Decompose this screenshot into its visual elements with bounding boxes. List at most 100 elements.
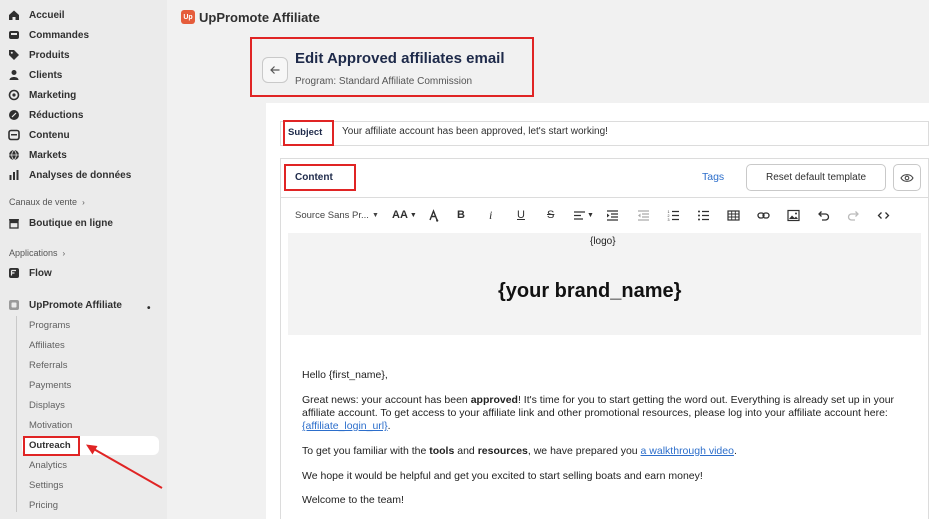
font-size-select[interactable]: AA ▼ — [392, 206, 417, 224]
sidebar-subitem-pricing[interactable]: Pricing — [29, 497, 58, 513]
inbox-icon — [8, 29, 20, 41]
align-left-icon — [574, 210, 585, 220]
sidebar-item-label: Produits — [29, 49, 70, 61]
link-button[interactable] — [757, 206, 770, 224]
preview-button[interactable] — [893, 164, 921, 191]
caret-down-icon: ▼ — [371, 211, 379, 219]
sidebar-item-accueil[interactable]: Accueil — [8, 5, 65, 25]
numbered-list-icon: 123 — [668, 210, 679, 222]
walkthrough-video-link[interactable]: a walkthrough video — [641, 445, 734, 457]
sidebar-item-produits[interactable]: Produits — [8, 45, 70, 65]
eye-icon — [900, 173, 914, 182]
tree-line — [16, 316, 17, 512]
app-title: UpPromote Affiliate — [199, 10, 320, 25]
caret-down-icon: ▼ — [587, 211, 594, 219]
section-applications[interactable]: Applications › — [9, 248, 65, 258]
italic-icon: i — [489, 207, 493, 222]
target-icon — [8, 89, 20, 101]
discount-icon — [8, 109, 20, 121]
flow-icon — [8, 267, 20, 279]
sidebar-item-contenu[interactable]: Contenu — [8, 125, 70, 145]
sidebar-item-label: Accueil — [29, 9, 65, 21]
sidebar-item-label: Clients — [29, 69, 63, 81]
tags-link[interactable]: Tags — [702, 171, 724, 183]
sidebar-item-commandes[interactable]: Commandes — [8, 25, 89, 45]
home-icon — [8, 9, 20, 21]
strikethrough-button[interactable]: S — [547, 206, 554, 224]
brand-name-placeholder: {your brand_name} — [498, 280, 682, 302]
image-button[interactable] — [787, 206, 800, 224]
sidebar-item-label: UpPromote Affiliate — [29, 299, 122, 311]
underline-button[interactable]: U — [517, 206, 525, 224]
bullet-list-button[interactable] — [697, 206, 710, 224]
logo-placeholder: {logo} — [590, 236, 616, 247]
email-paragraph-3: We hope it would be helpful and get you … — [302, 470, 703, 482]
redo-button[interactable] — [847, 206, 860, 224]
sidebar-subitem-affiliates[interactable]: Affiliates — [29, 337, 65, 353]
outdent-button[interactable] — [637, 206, 650, 224]
sidebar-item-label: Commandes — [29, 29, 90, 41]
numbered-list-button[interactable]: 123 — [667, 206, 680, 224]
indent-button[interactable] — [606, 206, 619, 224]
sidebar-subitem-displays[interactable]: Displays — [29, 397, 65, 413]
underline-icon: U — [517, 209, 525, 221]
subject-input[interactable]: Your affiliate account has been approved… — [342, 126, 608, 137]
app-logo: Up — [181, 10, 195, 24]
sidebar-item-label: Boutique en ligne — [29, 217, 113, 229]
source-code-button[interactable] — [877, 206, 890, 224]
sidebar-item-analyses[interactable]: Analyses de données — [8, 165, 131, 185]
reset-default-template-button[interactable]: Reset default template — [746, 164, 886, 191]
sidebar-item-label: Marketing — [29, 89, 77, 101]
font-family-select[interactable]: Source Sans Pr... ▼ — [295, 206, 379, 224]
align-button[interactable]: ▼ — [573, 206, 594, 224]
chevron-right-icon: › — [82, 197, 85, 207]
bullet-list-icon — [698, 210, 709, 220]
tag-icon — [8, 49, 20, 61]
store-icon — [8, 217, 20, 229]
text-color-button[interactable] — [427, 206, 440, 224]
sidebar-item-label: Contenu — [29, 129, 70, 141]
sidebar-subitem-referrals[interactable]: Referrals — [29, 357, 68, 373]
image-icon — [787, 209, 800, 221]
globe-icon — [8, 149, 20, 161]
affiliate-login-link[interactable]: {affiliate_login_url} — [302, 420, 388, 432]
code-icon — [877, 211, 890, 219]
sidebar-item-label: Analyses de données — [29, 169, 132, 181]
sidebar-subitem-settings[interactable]: Settings — [29, 477, 63, 493]
sidebar-subitem-motivation[interactable]: Motivation — [29, 417, 72, 433]
sidebar-item-boutique[interactable]: Boutique en ligne — [8, 213, 113, 233]
sidebar-item-uppromote[interactable]: UpPromote Affiliate — [8, 295, 122, 315]
section-sales-channels[interactable]: Canaux de vente › — [9, 197, 85, 207]
undo-icon — [818, 210, 830, 221]
annotation-box-outreach — [23, 436, 80, 456]
sidebar-item-label: Markets — [29, 149, 67, 161]
table-button[interactable] — [727, 206, 740, 224]
sidebar-item-clients[interactable]: Clients — [8, 65, 62, 85]
email-paragraph-2: To get you familiar with the tools and r… — [302, 445, 737, 457]
sidebar-subitem-analytics[interactable]: Analytics — [29, 457, 67, 473]
svg-text:3: 3 — [668, 218, 670, 222]
email-paragraph-1: Great news: your account has been approv… — [302, 394, 895, 432]
sidebar-subitem-programs[interactable]: Programs — [29, 317, 70, 333]
annotation-box-subject — [283, 120, 334, 146]
italic-button[interactable]: i — [489, 206, 492, 224]
sidebar-item-markets[interactable]: Markets — [8, 145, 67, 165]
text-color-icon — [429, 208, 439, 222]
sidebar-subitem-payments[interactable]: Payments — [29, 377, 71, 393]
annotation-arrow-icon — [86, 444, 163, 489]
undo-button[interactable] — [817, 206, 830, 224]
content-icon — [8, 129, 20, 141]
outdent-icon — [638, 209, 649, 221]
chart-icon — [8, 169, 20, 181]
sidebar-item-reductions[interactable]: Réductions — [8, 105, 83, 125]
sidebar-item-marketing[interactable]: Marketing — [8, 85, 76, 105]
email-greeting: Hello {first_name}, — [302, 369, 388, 381]
redo-icon — [847, 210, 859, 221]
chevron-right-icon: › — [62, 248, 66, 258]
pin-dot-icon: • — [147, 303, 151, 314]
sidebar-item-flow[interactable]: Flow — [8, 263, 52, 283]
annotation-box-content — [284, 164, 356, 191]
app-icon — [8, 299, 20, 311]
bold-button[interactable]: B — [457, 206, 465, 224]
bold-icon: B — [457, 209, 465, 221]
